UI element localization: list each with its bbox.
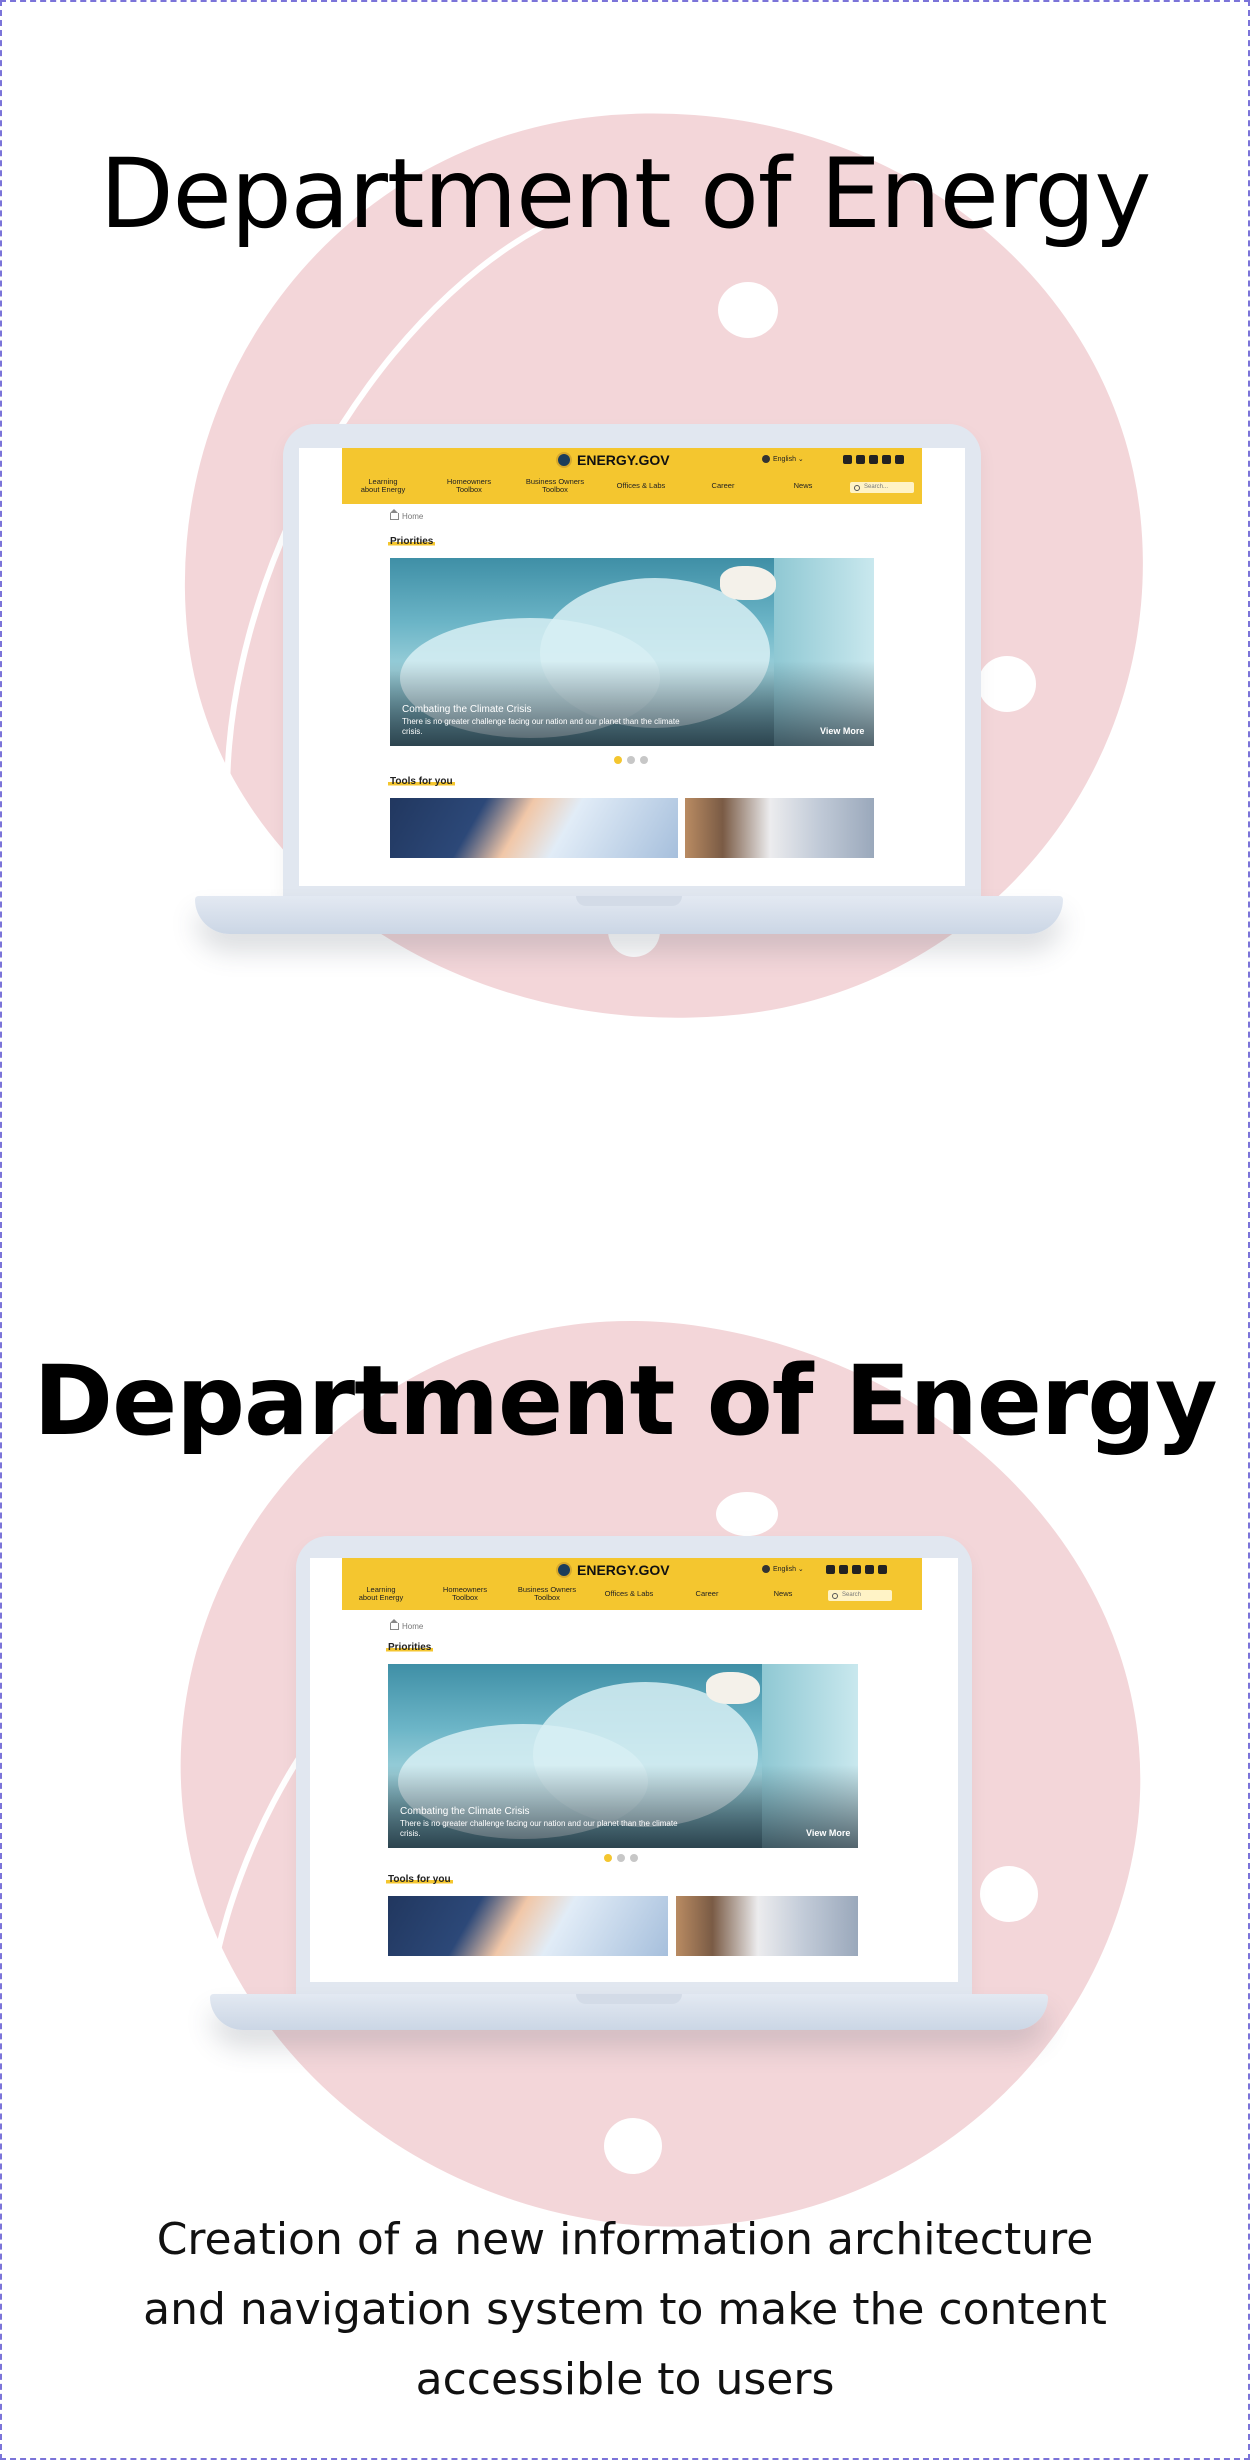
linkedin-icon[interactable] [869, 455, 878, 464]
nav-item-business[interactable]: Business Owners Toolbox [520, 478, 590, 494]
home-icon [390, 1619, 399, 1630]
facebook-icon[interactable] [843, 455, 852, 464]
laptop-lid: ENERGY.GOV English ⌄ Learning about Ener… [283, 424, 981, 896]
page-title: Department of Energy [99, 138, 1152, 250]
globe-icon [762, 455, 770, 463]
view-more-link[interactable]: View More [806, 1828, 850, 1838]
instagram-icon[interactable] [895, 455, 904, 464]
laptop-screen: ENERGY.GOV English ⌄ Learning about Ener… [310, 1558, 958, 1982]
laptop-mockup: ENERGY.GOV English ⌄ Learning about Ener… [195, 424, 1063, 944]
nav-item-homeowners[interactable]: Homeowners Toolbox [434, 478, 504, 494]
priorities-carousel[interactable]: Combating the Climate Crisis There is no… [390, 558, 874, 746]
doe-seal-icon [556, 1562, 572, 1578]
globe-icon [762, 1565, 770, 1573]
priorities-carousel[interactable]: Combating the Climate Crisis There is no… [388, 1664, 858, 1848]
view-more-link[interactable]: View More [820, 726, 864, 736]
breadcrumb-home[interactable]: Home [402, 1622, 423, 1631]
language-label: English ⌄ [773, 1566, 804, 1573]
site-header: ENERGY.GOV English ⌄ Learning about Ener… [342, 448, 922, 504]
language-selector[interactable]: English ⌄ [762, 1565, 804, 1573]
tool-card-2[interactable] [676, 1896, 858, 1956]
nav-item-career[interactable]: Career [688, 482, 758, 490]
description-caption: Creation of a new information architectu… [143, 2214, 1107, 2405]
carousel-dot-3[interactable] [640, 756, 648, 764]
doe-seal-icon [556, 452, 572, 468]
instagram-icon[interactable] [878, 1565, 887, 1574]
logo-text: ENERGY.GOV [577, 1562, 670, 1578]
nav-item-news[interactable]: News [748, 1590, 818, 1598]
carousel-dot-1[interactable] [614, 756, 622, 764]
polar-bear [706, 1672, 760, 1704]
page-title: Department of Energy [33, 1345, 1217, 1457]
laptop-lid: ENERGY.GOV English ⌄ Learning about Ener… [296, 1536, 972, 1994]
youtube-icon[interactable] [882, 455, 891, 464]
hero-title: Combating the Climate Crisis [400, 1806, 530, 1817]
linkedin-icon[interactable] [852, 1565, 861, 1574]
decor-dot [716, 1492, 778, 1536]
tool-card-2[interactable] [685, 798, 874, 858]
hero-desc: There is no greater challenge facing our… [402, 717, 680, 736]
nav-item-learning[interactable]: Learning about Energy [348, 478, 418, 494]
section-bold-title: Department of Energy ENERGY.GOV English … [0, 1230, 1250, 2460]
nav-item-homeowners[interactable]: Homeowners Toolbox [430, 1586, 500, 1602]
social-links [826, 1565, 887, 1574]
hero-desc: There is no greater challenge facing our… [400, 1819, 678, 1838]
facebook-icon[interactable] [826, 1565, 835, 1574]
main-nav: Learning about Energy Homeowners Toolbox… [342, 478, 922, 500]
priorities-heading: Priorities [386, 1642, 434, 1653]
breadcrumb: Home [390, 1619, 423, 1631]
laptop-mockup: ENERGY.GOV English ⌄ Learning about Ener… [210, 1536, 1048, 2056]
carousel-dot-1[interactable] [604, 1854, 612, 1862]
twitter-icon[interactable] [839, 1565, 848, 1574]
twitter-icon[interactable] [856, 455, 865, 464]
tool-card-1[interactable] [390, 798, 678, 858]
youtube-icon[interactable] [865, 1565, 874, 1574]
logo-text: ENERGY.GOV [577, 452, 670, 468]
laptop-notch [576, 896, 682, 906]
nav-item-career[interactable]: Career [672, 1590, 742, 1598]
polar-bear [720, 566, 776, 600]
nav-item-learning[interactable]: Learning about Energy [346, 1586, 416, 1602]
nav-item-business[interactable]: Business Owners Toolbox [512, 1586, 582, 1602]
search-input[interactable]: Search [828, 1590, 892, 1601]
breadcrumb: Home [390, 509, 423, 521]
breadcrumb-home[interactable]: Home [402, 512, 423, 521]
social-links [843, 455, 904, 464]
priorities-heading: Priorities [388, 536, 436, 547]
tools-heading: Tools for you [386, 1874, 453, 1885]
carousel-dot-3[interactable] [630, 1854, 638, 1862]
site-header: ENERGY.GOV English ⌄ Learning about Ener… [342, 1558, 922, 1610]
tool-card-1[interactable] [388, 1896, 668, 1956]
nav-item-offices[interactable]: Offices & Labs [606, 482, 676, 490]
home-icon [390, 509, 399, 520]
nav-item-offices[interactable]: Offices & Labs [594, 1590, 664, 1598]
section-light-title: Department of Energy ENERGY.GOV English … [0, 0, 1250, 1230]
language-label: English ⌄ [773, 456, 804, 463]
tools-heading: Tools for you [388, 776, 455, 787]
hero-title: Combating the Climate Crisis [402, 704, 532, 715]
language-selector[interactable]: English ⌄ [762, 455, 804, 463]
site-logo[interactable]: ENERGY.GOV [556, 1560, 670, 1580]
carousel-dots [604, 1854, 638, 1862]
laptop-notch [576, 1994, 682, 2004]
carousel-dot-2[interactable] [617, 1854, 625, 1862]
site-logo[interactable]: ENERGY.GOV [556, 450, 670, 470]
laptop-screen: ENERGY.GOV English ⌄ Learning about Ener… [299, 448, 965, 886]
nav-item-news[interactable]: News [768, 482, 838, 490]
search-input[interactable]: Search... [850, 482, 914, 493]
carousel-dot-2[interactable] [627, 756, 635, 764]
carousel-dots [614, 756, 648, 764]
